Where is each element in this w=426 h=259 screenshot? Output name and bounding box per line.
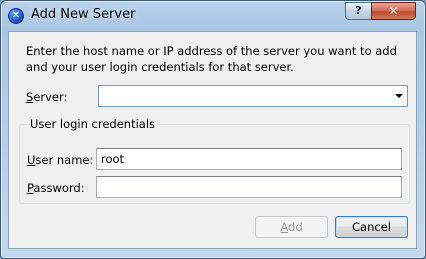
- add-button[interactable]: Add: [255, 216, 328, 238]
- instructions-line-1: Enter the host name or IP address of the…: [26, 44, 397, 58]
- password-label: Password:: [27, 181, 85, 195]
- instructions-line-2: and your user login credentials for that…: [26, 60, 294, 74]
- instructions-text: Enter the host name or IP address of the…: [26, 43, 406, 75]
- password-label-text: assword:: [33, 181, 85, 195]
- cancel-button[interactable]: Cancel: [335, 216, 408, 238]
- dialog-body: Enter the host name or IP address of the…: [8, 31, 417, 249]
- help-button[interactable]: ?: [345, 2, 372, 20]
- close-button[interactable]: ✕: [371, 2, 416, 20]
- server-label: Server:: [26, 90, 67, 104]
- add-button-label: dd: [288, 220, 303, 234]
- server-label-text: erver:: [33, 90, 68, 104]
- add-new-server-dialog: ✕ Add New Server ? ✕ Enter the host name…: [0, 0, 426, 259]
- username-label: User name:: [27, 153, 93, 167]
- title-bar[interactable]: ✕ Add New Server ? ✕: [1, 1, 425, 31]
- close-icon: ✕: [388, 4, 399, 18]
- username-label-text: ser name:: [35, 153, 94, 167]
- window-title: Add New Server: [31, 7, 136, 22]
- username-field[interactable]: [96, 148, 402, 170]
- chevron-down-icon[interactable]: [395, 94, 403, 98]
- app-icon: ✕: [8, 8, 24, 24]
- password-field[interactable]: [96, 176, 402, 198]
- add-button-mnemonic: A: [280, 220, 289, 234]
- credentials-group-title: User login credentials: [28, 117, 158, 131]
- server-combobox[interactable]: [98, 85, 408, 107]
